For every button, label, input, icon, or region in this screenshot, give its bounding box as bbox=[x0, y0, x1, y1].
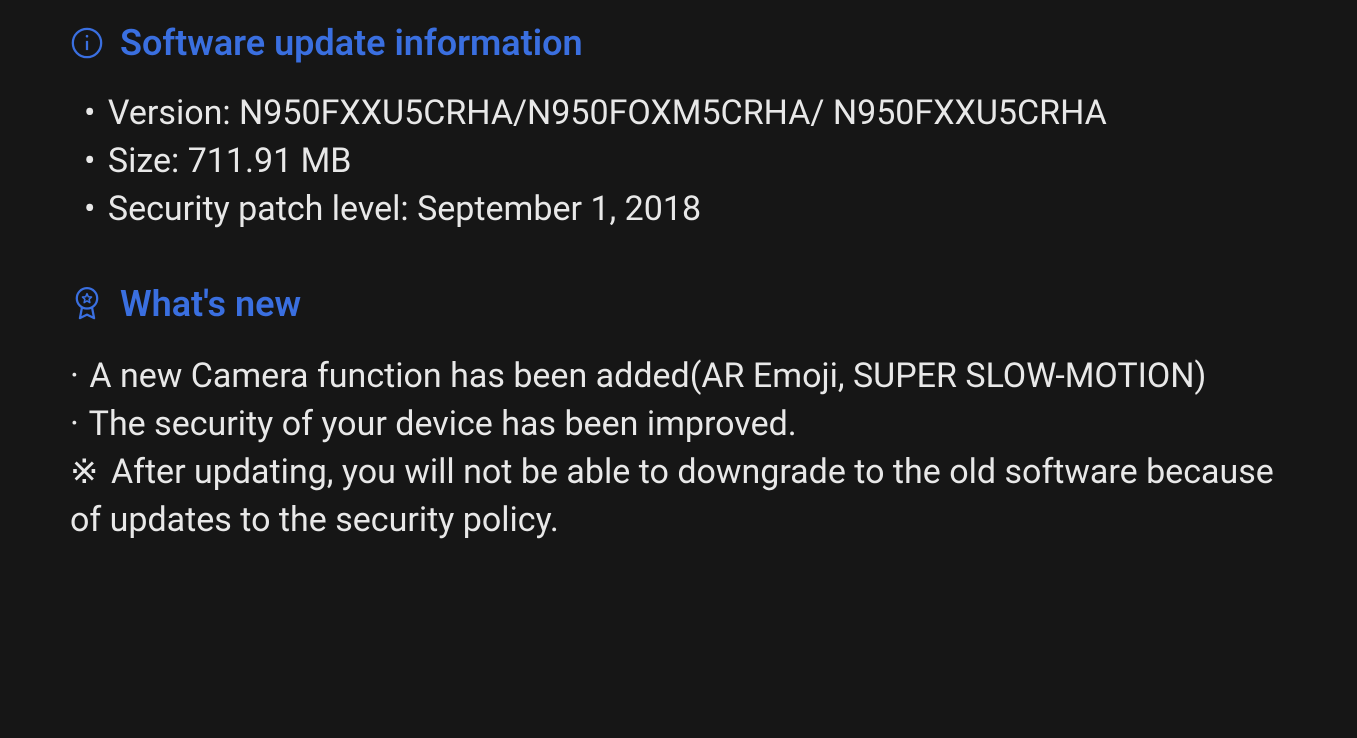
whats-new-note: ※ After updating, you will not be able t… bbox=[70, 448, 1287, 545]
whats-new-item: · The security of your device has been i… bbox=[70, 400, 1287, 448]
whats-new-item: · A new Camera function has been added(A… bbox=[70, 352, 1287, 400]
bullet-icon: • bbox=[84, 189, 99, 229]
bullet-icon: · bbox=[70, 356, 81, 396]
version-row: • Version: N950FXXU5CRHA/N950FOXM5CRHA/ … bbox=[84, 90, 1287, 138]
size-value: 711.91 MB bbox=[188, 141, 352, 181]
size-label: Size: bbox=[108, 141, 179, 181]
size-row: • Size: 711.91 MB bbox=[84, 138, 1287, 186]
version-value: N950FXXU5CRHA/N950FOXM5CRHA/ N950FXXU5CR… bbox=[239, 93, 1107, 133]
software-update-info-header: Software update information bbox=[70, 18, 1287, 68]
whats-new-header: What's new bbox=[70, 279, 1287, 329]
update-info-list: • Version: N950FXXU5CRHA/N950FOXM5CRHA/ … bbox=[70, 90, 1287, 233]
security-patch-label: Security patch level: bbox=[108, 189, 409, 229]
whats-new-list: · A new Camera function has been added(A… bbox=[70, 352, 1287, 545]
whats-new-item-text: A new Camera function has been added(AR … bbox=[89, 356, 1206, 396]
security-patch-value: September 1, 2018 bbox=[417, 189, 701, 229]
whats-new-note-text: After updating, you will not be able to … bbox=[70, 452, 1274, 540]
award-ribbon-icon bbox=[70, 285, 104, 323]
reference-mark-icon: ※ bbox=[70, 452, 103, 492]
info-circle-icon bbox=[70, 26, 104, 60]
version-label: Version: bbox=[108, 93, 231, 133]
bullet-icon: • bbox=[84, 141, 99, 181]
whats-new-heading: What's new bbox=[120, 279, 301, 329]
security-patch-row: • Security patch level: September 1, 201… bbox=[84, 186, 1287, 234]
whats-new-item-text: The security of your device has been imp… bbox=[89, 404, 797, 444]
bullet-icon: · bbox=[70, 404, 81, 444]
bullet-icon: • bbox=[84, 93, 99, 133]
software-update-info-heading: Software update information bbox=[120, 18, 583, 68]
